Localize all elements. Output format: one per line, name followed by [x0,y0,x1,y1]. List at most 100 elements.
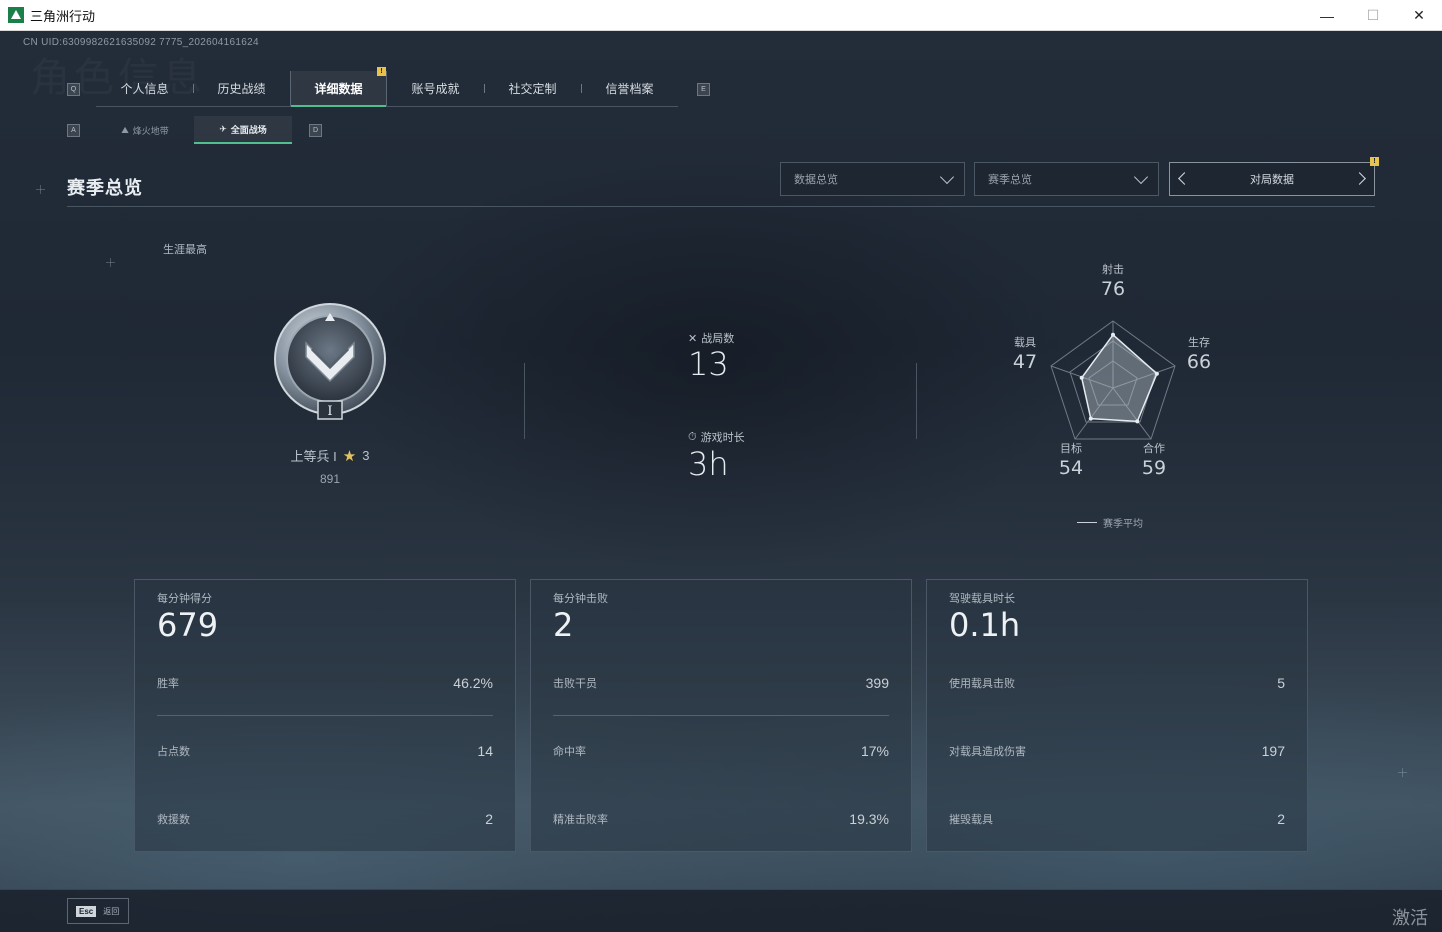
tab-detailed-data[interactable]: 详细数据! [290,67,387,107]
row-label: 胜率 [157,678,179,690]
tab-prev-key-hint[interactable]: Q [67,83,80,96]
match-data-pager[interactable]: 对局数据 ! [1169,157,1379,196]
card-head-value: 0.1h [949,606,1021,644]
row-value: 2 [1277,811,1285,827]
subtab-next-key-hint[interactable]: D [309,124,322,137]
matches-label-text: 战局数 [701,333,735,345]
vertical-divider [916,363,917,439]
tab-separator [193,84,194,93]
subtab-label: 烽火地带 [132,125,169,136]
season-select[interactable]: 赛季总览 [974,162,1159,196]
main-tabs: 个人信息 历史战绩 详细数据! 账号成就 社交定制 信誉档案 [96,67,678,107]
radar-value-cooperation: 59 [1141,457,1167,479]
row-divider [553,715,889,716]
vertical-divider [524,363,525,439]
tab-label: 账号成就 [411,82,460,96]
tab-separator [484,84,485,93]
fire-zone-icon: ⛰ [121,124,129,135]
radar-legend: 赛季平均 [1077,515,1143,530]
tab-label: 社交定制 [508,82,557,96]
legend-line-icon [1077,522,1097,523]
row-label: 精准击败率 [553,814,608,826]
data-overview-select[interactable]: 数据总览 [780,162,965,196]
radar-value-objective: 54 [1058,457,1084,479]
back-button[interactable]: Esc 返回 [67,898,129,924]
radar-vertex-dot [1079,375,1084,380]
stat-card-vehicle: 驾驶载具时长 0.1h 使用载具击败 5 对载具造成伤害 197 摧毁载具 2 [926,579,1308,852]
window-title: 三角洲行动 [30,8,96,24]
career-best-label: 生涯最高 [163,244,207,256]
stopwatch-icon: ⏱ [688,430,697,443]
row-label: 对载具造成伤害 [949,746,1026,758]
row-value: 5 [1277,675,1285,691]
game-viewport: 角色信息 CN UID:6309982621635092 7775_202604… [0,31,1442,932]
tab-history[interactable]: 历史战绩 [193,71,290,106]
maximize-button[interactable]: ☐ [1350,0,1396,31]
subtab-fire-zone[interactable]: ⛰ 烽火地带 [96,116,194,144]
crossed-swords-icon: ✕ [688,332,698,345]
row-value: 2 [485,811,493,827]
card-row: 命中率 17% [553,743,889,763]
radar-vertex-dot [1088,416,1093,421]
row-label: 救援数 [157,814,190,826]
row-value: 399 [865,675,889,691]
star-icon: ★ [342,447,357,465]
radar-chart [1050,320,1176,440]
tab-separator [581,84,582,93]
section-title: 赛季总览 [67,178,143,198]
app-logo-icon [8,7,24,23]
card-row: 精准击败率 19.3% [553,811,889,831]
tab-label: 详细数据 [314,82,363,96]
card-row: 使用载具击败 5 [949,675,1285,695]
back-label: 返回 [103,906,120,916]
card-row: 占点数 14 [157,743,493,763]
tab-achievements[interactable]: 账号成就 [387,71,484,106]
battlefield-icon: ✈ [219,123,227,134]
close-button[interactable]: ✕ [1396,0,1442,31]
section-divider [67,206,1375,207]
radar-label-objective: 目标 [1060,443,1082,455]
radar-vertex-dot [1154,371,1159,376]
tab-label: 信誉档案 [605,82,654,96]
row-divider [157,715,493,716]
select-value: 数据总览 [794,174,838,186]
rank-score: 891 [319,472,341,486]
tab-label: 历史战绩 [217,82,266,96]
card-row: 摧毁载具 2 [949,811,1285,831]
subtab-prev-key-hint[interactable]: A [67,124,80,137]
rank-name: 上等兵 I [290,449,337,464]
matches-label: ✕ 战局数 [688,330,734,346]
crosshair-decoration-icon [106,258,115,267]
chevron-right-icon[interactable] [1353,172,1366,185]
tab-next-key-hint[interactable]: E [697,83,710,96]
chevron-down-icon [1133,169,1149,185]
subtab-battlefield[interactable]: ✈ 全面战场 [194,116,292,144]
window-controls: — ☐ ✕ [1304,0,1442,31]
chevron-left-icon[interactable] [1178,172,1191,185]
chevron-down-icon [939,169,955,185]
tab-reputation[interactable]: 信誉档案 [581,71,678,106]
card-head-value: 679 [157,606,219,644]
mode-subtabs: ⛰ 烽火地带 ✈ 全面战场 [96,116,292,144]
tab-social[interactable]: 社交定制 [484,71,581,106]
row-value: 46.2% [453,675,493,691]
tab-personal-info[interactable]: 个人信息 [96,71,193,106]
row-value: 17% [860,743,889,759]
row-label: 击败干员 [553,678,597,690]
minimize-button[interactable]: — [1304,0,1350,31]
activate-watermark: 激活 [1392,908,1428,928]
card-head-label: 每分钟得分 [157,593,212,605]
card-head-label: 每分钟击败 [553,593,608,605]
row-label: 占点数 [157,746,190,758]
radar-value-shape [1080,333,1158,423]
legend-label: 赛季平均 [1103,519,1143,530]
radar-label-cooperation: 合作 [1143,443,1165,455]
tab-label: 个人信息 [120,82,169,96]
crosshair-decoration-icon [1398,768,1407,777]
rank-title: 上等兵 I ★ 3 [240,446,420,465]
rank-numeral: I [327,404,332,419]
radar-label-survival: 生存 [1188,337,1210,349]
radar-value-shooting: 76 [1100,278,1126,300]
playtime-label-text: 游戏时长 [700,432,745,444]
row-value: 14 [477,743,493,759]
